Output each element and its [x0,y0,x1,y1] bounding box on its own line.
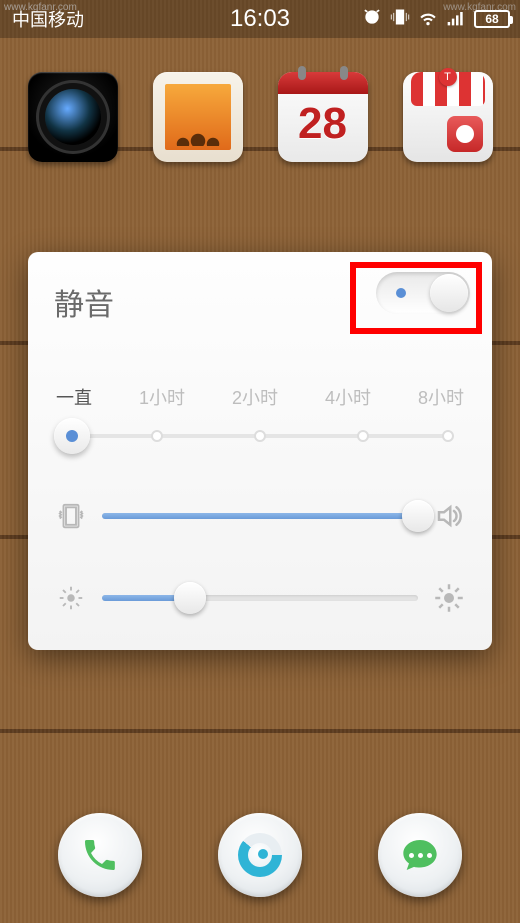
duration-option-2h[interactable]: 2小时 [232,384,278,410]
calendar-header [278,72,368,94]
volume-knob[interactable] [402,500,434,532]
signal-icon [446,7,466,32]
volume-slider[interactable] [102,498,418,534]
volume-row [54,498,466,534]
silent-toggle[interactable] [376,272,470,314]
brightness-low-icon [54,583,88,613]
phone-app-icon[interactable] [58,813,142,897]
battery-level: 68 [485,12,498,26]
messages-app-icon[interactable] [378,813,462,897]
alarm-icon [362,7,382,32]
duration-option-always[interactable]: 一直 [56,384,92,410]
battery-indicator: 68 [474,10,510,28]
brightness-slider[interactable] [102,580,418,616]
brightness-row [54,580,466,616]
silent-mode-panel: 静音 一直 1小时 2小时 4小时 8小时 [28,252,492,650]
store-badge: T [439,68,457,86]
browser-swirl-icon [238,833,282,877]
duration-option-8h[interactable]: 8小时 [418,384,464,410]
toggle-indicator-dot [396,288,406,298]
vibrate-icon [390,7,410,32]
wifi-icon [418,7,438,32]
duration-slider[interactable] [54,416,466,456]
brightness-knob[interactable] [174,582,206,614]
duration-option-1h[interactable]: 1小时 [139,384,185,410]
browser-app-icon[interactable] [218,813,302,897]
gallery-app-icon[interactable] [153,72,243,162]
clock: 16:03 [230,5,290,33]
speaker-icon [432,501,466,531]
calendar-day: 28 [298,99,347,149]
duration-option-4h[interactable]: 4小时 [325,384,371,410]
toggle-knob [430,274,468,312]
vibrate-icon [54,501,88,531]
dock [0,813,520,897]
home-icon-row: 28 T [0,72,520,162]
calendar-app-icon[interactable]: 28 [278,72,368,162]
duration-handle[interactable] [54,418,90,454]
carrier-label: 中国移动 [12,6,84,32]
duration-selector: 一直 1小时 2小时 4小时 8小时 [54,384,466,456]
weibo-icon [447,116,483,152]
brightness-high-icon [432,583,466,613]
message-dots-icon [409,853,432,858]
camera-app-icon[interactable] [28,72,118,162]
store-app-icon[interactable]: T [403,72,493,162]
status-bar: 中国移动 16:03 68 [0,0,520,38]
